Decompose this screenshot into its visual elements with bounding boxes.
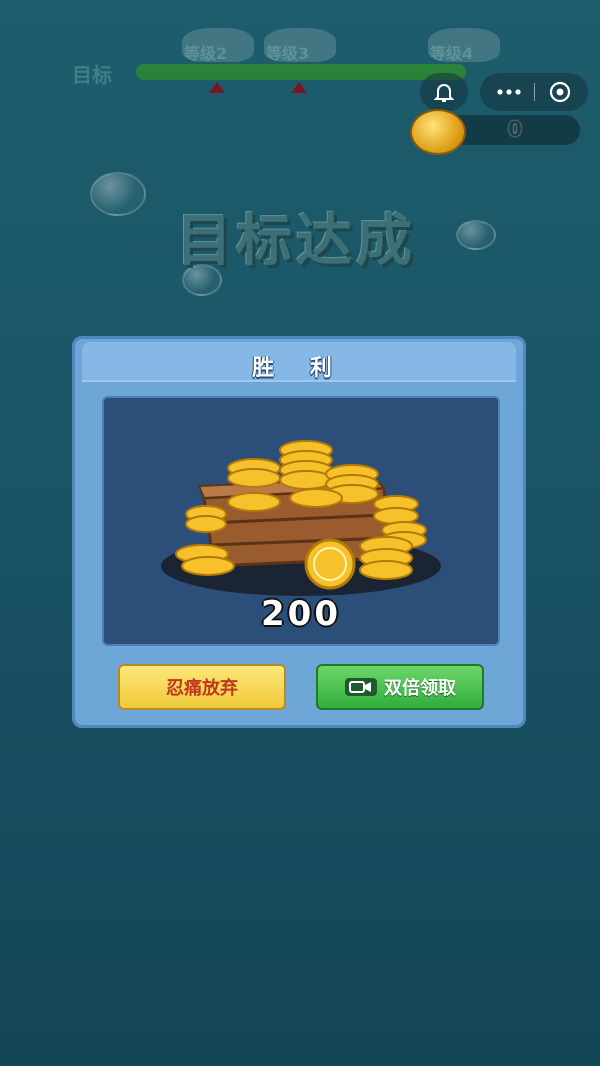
- double-claim-label: 双倍领取: [384, 678, 456, 699]
- double-claim-button[interactable]: 双倍领取: [316, 664, 484, 710]
- goal-label: 目标: [72, 63, 112, 87]
- notification-button[interactable]: [420, 73, 468, 111]
- goal-progress-bar: [136, 64, 466, 80]
- reward-box: 200: [102, 396, 500, 646]
- coin-icon: [410, 109, 466, 155]
- give-up-label: 忍痛放弃: [166, 678, 238, 699]
- level-4-label: 等级4: [430, 44, 474, 63]
- dialog-title: 胜 利: [252, 356, 346, 381]
- dialog-header: 胜 利: [82, 342, 516, 382]
- capsule-divider: [534, 83, 535, 101]
- level-2-marker: [209, 82, 225, 93]
- more-icon[interactable]: [494, 80, 524, 104]
- give-up-button[interactable]: 忍痛放弃: [118, 664, 286, 710]
- mini-program-capsule: [480, 73, 588, 111]
- bubble-decoration: [456, 220, 496, 250]
- close-target-icon[interactable]: [546, 80, 574, 104]
- coin-count: 0: [508, 117, 522, 141]
- level-2-label: 等级2: [184, 44, 228, 63]
- victory-dialog: 胜 利 200 忍痛放弃 双倍领取: [72, 336, 526, 728]
- level-3-label: 等级3: [266, 44, 310, 63]
- coin-treasure-crate-icon: [161, 440, 441, 596]
- video-ad-icon: [345, 678, 377, 696]
- reward-amount: 200: [261, 594, 341, 634]
- goal-reached-banner: 目标达成: [176, 209, 416, 274]
- level-3-marker: [291, 82, 307, 93]
- bell-icon: [433, 84, 455, 102]
